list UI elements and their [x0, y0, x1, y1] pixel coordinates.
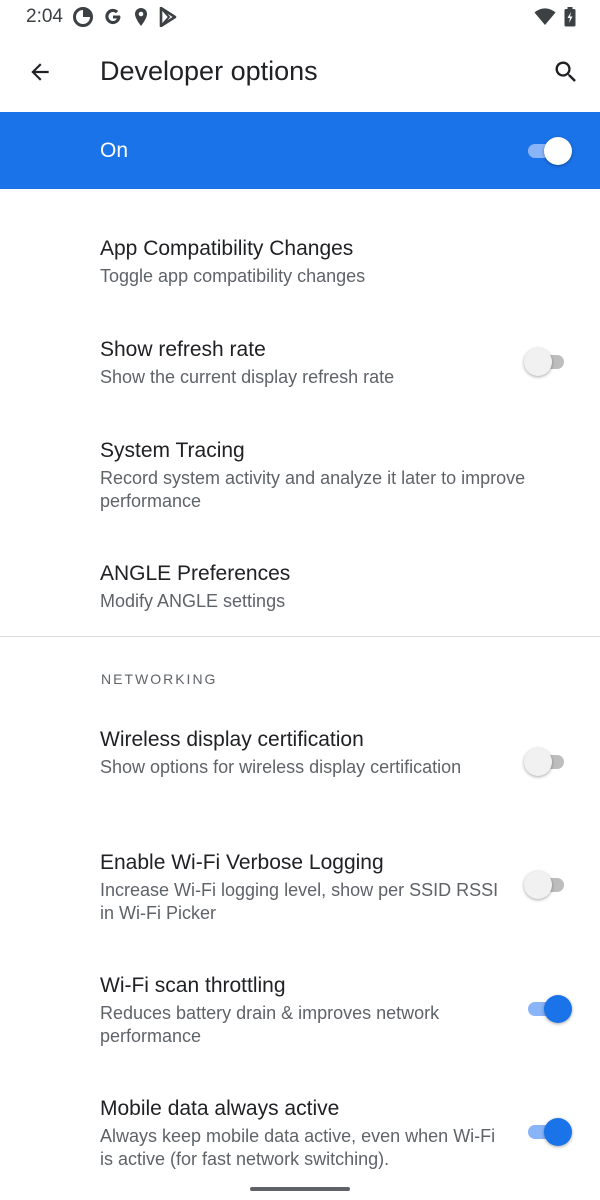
pref-title: Wi-Fi scan throttling	[100, 974, 286, 997]
master-switch-label: On	[100, 138, 129, 162]
pref-app-compatibility-changes[interactable]: App Compatibility Changes Toggle app com…	[0, 230, 600, 310]
status-left: 2:04	[26, 6, 177, 28]
app-bar: Developer options	[0, 34, 600, 112]
pref-title: ANGLE Preferences	[100, 562, 291, 585]
pref-wifi-verbose-logging[interactable]: Enable Wi-Fi Verbose Logging Increase Wi…	[0, 843, 600, 943]
pref-title: Enable Wi-Fi Verbose Logging	[100, 851, 384, 874]
pref-title: System Tracing	[100, 439, 245, 462]
pref-summary: Modify ANGLE settings	[100, 591, 286, 611]
pref-summary: Record system activity and analyze it la…	[100, 468, 526, 511]
pref-summary: Show the current display refresh rate	[100, 367, 395, 387]
master-switch-bar[interactable]: On	[0, 112, 600, 189]
pref-mobile-data-always-active[interactable]: Mobile data always active Always keep mo…	[0, 1089, 600, 1184]
google-g-icon	[103, 7, 123, 27]
status-time: 2:04	[26, 6, 63, 27]
pref-title: Mobile data always active	[100, 1097, 340, 1120]
mobile-data-always-active-switch[interactable]	[528, 1118, 572, 1146]
back-button[interactable]	[18, 50, 62, 94]
location-icon	[133, 7, 149, 27]
section-divider	[0, 636, 600, 637]
arrow-back-icon	[31, 63, 49, 81]
section-header-networking: NETWORKING	[101, 671, 218, 687]
pref-title: Show refresh rate	[100, 338, 266, 361]
pref-system-tracing[interactable]: System Tracing Record system activity an…	[0, 430, 600, 530]
wireless-display-certification-switch[interactable]	[524, 748, 572, 776]
pref-summary: Toggle app compatibility changes	[100, 266, 366, 286]
switch-thumb	[544, 995, 572, 1023]
show-refresh-rate-switch[interactable]	[524, 348, 572, 376]
status-bar: 2:04	[0, 0, 600, 34]
pref-show-refresh-rate[interactable]: Show refresh rate Show the current displ…	[0, 330, 600, 410]
pref-angle-preferences[interactable]: ANGLE Preferences Modify ANGLE settings	[0, 555, 600, 625]
switch-thumb	[524, 748, 552, 776]
data-saver-icon	[72, 7, 93, 27]
pref-title: App Compatibility Changes	[100, 237, 354, 260]
pref-summary: Reduces battery drain & improves network…	[100, 1003, 440, 1046]
pref-wireless-display-certification[interactable]: Wireless display certification Show opti…	[0, 720, 600, 820]
search-button[interactable]	[544, 50, 588, 94]
switch-thumb	[544, 1118, 572, 1146]
battery-icon	[564, 7, 576, 27]
pref-wifi-scan-throttling[interactable]: Wi-Fi scan throttling Reduces battery dr…	[0, 966, 600, 1066]
gesture-nav-handle[interactable]	[250, 1187, 350, 1191]
switch-thumb	[524, 871, 552, 899]
switch-thumb	[544, 136, 572, 165]
search-icon	[555, 61, 576, 82]
pref-summary: Increase Wi-Fi logging level, show per S…	[100, 880, 499, 923]
page-title: Developer options	[100, 56, 318, 86]
pref-summary: Show options for wireless display certif…	[100, 757, 462, 777]
master-switch-toggle[interactable]	[528, 136, 572, 165]
wifi-verbose-logging-switch[interactable]	[524, 871, 572, 899]
wifi-scan-throttling-switch[interactable]	[528, 995, 572, 1023]
pref-summary: Always keep mobile data active, even whe…	[100, 1126, 496, 1169]
status-right	[534, 7, 576, 27]
pref-title: Wireless display certification	[100, 728, 364, 751]
play-store-icon	[159, 7, 177, 27]
switch-thumb	[524, 348, 552, 376]
wifi-icon	[534, 8, 556, 26]
